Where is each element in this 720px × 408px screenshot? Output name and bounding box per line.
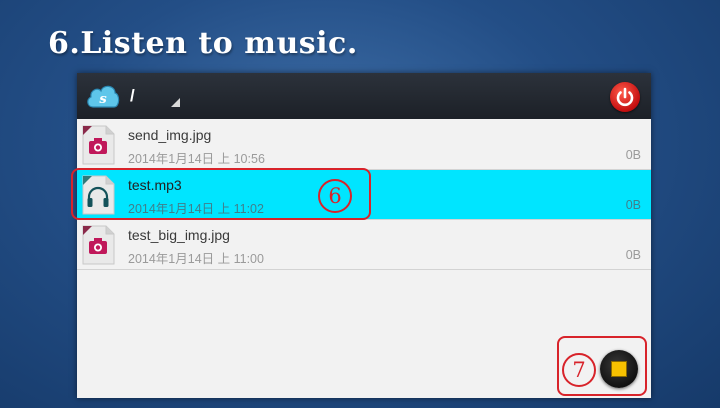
- power-button[interactable]: [610, 82, 640, 112]
- file-size: 0B: [625, 248, 641, 262]
- file-row[interactable]: test_big_img.jpg 2014年1月14日 上 11:00 0B: [77, 220, 651, 270]
- stop-icon: [611, 361, 627, 377]
- app-bar: s /: [77, 73, 651, 119]
- path-dropdown-icon[interactable]: [171, 98, 180, 107]
- cloud-logo-icon: s: [87, 85, 120, 108]
- stop-button[interactable]: [600, 350, 638, 388]
- file-date: 2014年1月14日 上 11:00: [128, 252, 264, 266]
- power-icon: [616, 87, 634, 107]
- file-size: 0B: [625, 198, 641, 212]
- file-name: test_big_img.jpg: [128, 227, 230, 243]
- file-row[interactable]: send_img.jpg 2014年1月14日 上 10:56 0B: [77, 120, 651, 170]
- step6-marker: 6: [318, 179, 352, 213]
- file-date: 2014年1月14日 上 10:56: [128, 152, 265, 166]
- step7-marker: 7: [562, 353, 596, 387]
- current-path[interactable]: /: [130, 86, 135, 106]
- file-name: send_img.jpg: [128, 127, 212, 143]
- image-file-icon: [82, 125, 115, 165]
- slide-title: 6.Listen to music.: [48, 26, 358, 61]
- logo-letter: s: [99, 92, 107, 107]
- file-size: 0B: [625, 148, 641, 162]
- image-file-icon: [82, 225, 115, 265]
